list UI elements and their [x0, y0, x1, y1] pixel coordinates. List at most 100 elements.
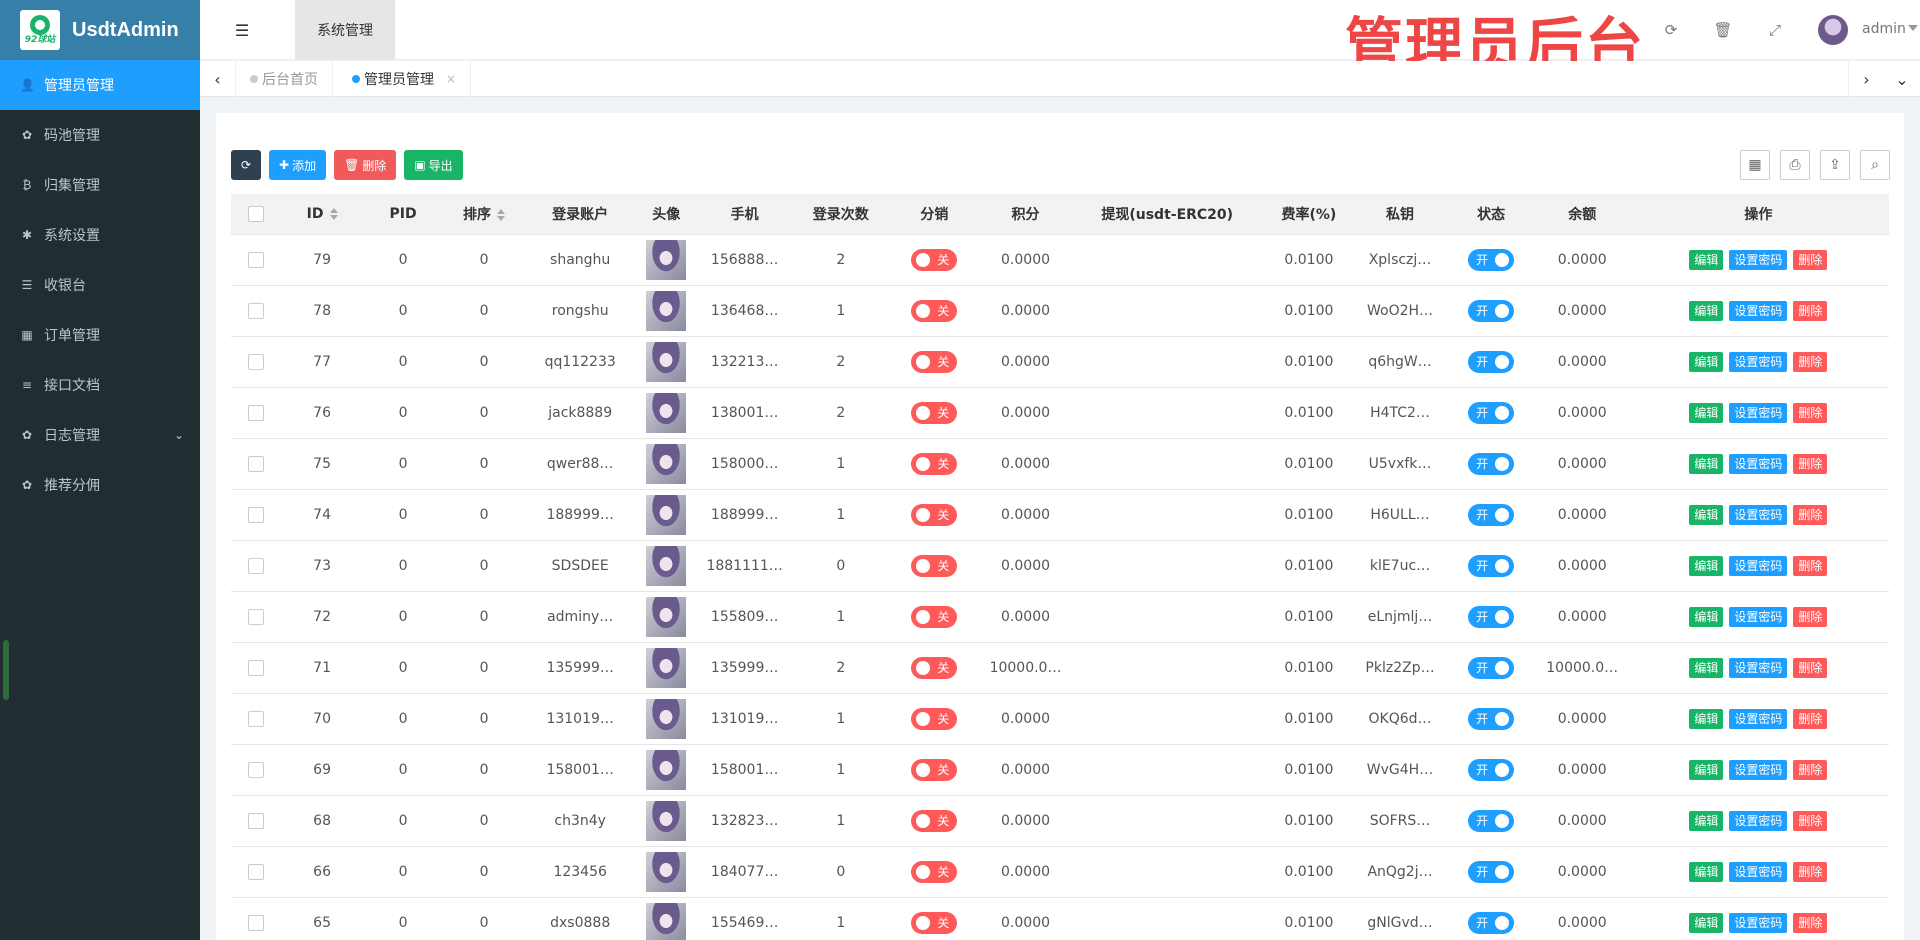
row-checkbox[interactable] — [248, 761, 265, 778]
row-checkbox[interactable] — [248, 353, 265, 370]
status-toggle[interactable]: 开 — [1468, 605, 1515, 628]
set-password-button[interactable]: 设置密码 — [1729, 606, 1788, 627]
refresh-icon[interactable]: ⟳ — [1661, 20, 1681, 40]
distribution-toggle[interactable]: 关 — [911, 299, 958, 322]
avatar[interactable] — [646, 290, 687, 331]
delete-row-button[interactable]: 删除 — [1793, 249, 1828, 270]
delete-row-button[interactable]: 删除 — [1793, 606, 1828, 627]
logo[interactable]: 92球站 — [20, 10, 60, 50]
row-checkbox[interactable] — [248, 506, 265, 523]
set-password-button[interactable]: 设置密码 — [1729, 810, 1788, 831]
edit-button[interactable]: 编辑 — [1689, 555, 1724, 576]
status-toggle[interactable]: 开 — [1468, 758, 1515, 781]
delete-button[interactable]: 🗑 删除 — [334, 150, 397, 180]
distribution-toggle[interactable]: 关 — [911, 707, 958, 730]
sidebar-item[interactable]: ☰ 收银台 — [0, 260, 200, 310]
set-password-button[interactable]: 设置密码 — [1729, 708, 1788, 729]
delete-row-button[interactable]: 删除 — [1793, 504, 1828, 525]
delete-row-button[interactable]: 删除 — [1793, 759, 1828, 780]
sidebar-item[interactable]: ✿ 日志管理 ⌄ — [0, 410, 200, 460]
tabs-next-icon[interactable]: › — [1848, 61, 1884, 97]
edit-button[interactable]: 编辑 — [1689, 912, 1724, 933]
sidebar-item[interactable]: ₿ 归集管理 — [0, 160, 200, 210]
row-checkbox[interactable] — [248, 608, 265, 625]
edit-button[interactable]: 编辑 — [1689, 249, 1724, 270]
distribution-toggle[interactable]: 关 — [911, 554, 958, 577]
tabs-menu-icon[interactable]: ⌄ — [1884, 61, 1920, 97]
delete-row-button[interactable]: 删除 — [1793, 708, 1828, 729]
sidebar-item[interactable]: ≡ 接口文档 — [0, 360, 200, 410]
edit-button[interactable]: 编辑 — [1689, 504, 1724, 525]
row-checkbox[interactable] — [248, 863, 265, 880]
distribution-toggle[interactable]: 关 — [911, 656, 958, 679]
tab-home[interactable]: 后台首页 — [236, 61, 333, 97]
avatar[interactable] — [646, 902, 687, 940]
edit-button[interactable]: 编辑 — [1689, 351, 1724, 372]
distribution-toggle[interactable]: 关 — [911, 911, 958, 934]
refresh-button[interactable]: ⟳ — [231, 150, 261, 180]
edit-button[interactable]: 编辑 — [1689, 402, 1724, 423]
delete-row-button[interactable]: 删除 — [1793, 657, 1828, 678]
edit-button[interactable]: 编辑 — [1689, 861, 1724, 882]
distribution-toggle[interactable]: 关 — [911, 809, 958, 832]
set-password-button[interactable]: 设置密码 — [1729, 249, 1788, 270]
status-toggle[interactable]: 开 — [1468, 707, 1515, 730]
distribution-toggle[interactable]: 关 — [911, 758, 958, 781]
row-checkbox[interactable] — [248, 812, 265, 829]
col-header[interactable]: 排序 — [443, 194, 525, 235]
row-checkbox[interactable] — [248, 710, 265, 727]
close-icon[interactable]: × — [446, 72, 456, 86]
row-checkbox[interactable] — [248, 659, 265, 676]
avatar[interactable] — [646, 800, 687, 841]
status-toggle[interactable]: 开 — [1468, 401, 1515, 424]
chevron-down-icon[interactable] — [1908, 25, 1918, 31]
tabs-prev-icon[interactable]: ‹ — [200, 61, 236, 97]
menu-toggle-icon[interactable]: ☰ — [230, 18, 254, 42]
edit-button[interactable]: 编辑 — [1689, 300, 1724, 321]
status-toggle[interactable]: 开 — [1468, 350, 1515, 373]
edit-button[interactable]: 编辑 — [1689, 453, 1724, 474]
status-toggle[interactable]: 开 — [1468, 656, 1515, 679]
fullscreen-icon[interactable]: ⤢ — [1765, 20, 1785, 40]
avatar[interactable] — [646, 596, 687, 637]
distribution-toggle[interactable]: 关 — [911, 860, 958, 883]
set-password-button[interactable]: 设置密码 — [1729, 861, 1788, 882]
set-password-button[interactable]: 设置密码 — [1729, 402, 1788, 423]
search-icon[interactable]: ⌕ — [1860, 150, 1890, 180]
avatar[interactable] — [646, 647, 687, 688]
sidebar-scrollbar[interactable] — [3, 640, 9, 700]
distribution-toggle[interactable]: 关 — [911, 503, 958, 526]
row-checkbox[interactable] — [248, 404, 265, 421]
set-password-button[interactable]: 设置密码 — [1729, 759, 1788, 780]
delete-row-button[interactable]: 删除 — [1793, 453, 1828, 474]
edit-button[interactable]: 编辑 — [1689, 759, 1724, 780]
row-checkbox[interactable] — [248, 251, 265, 268]
edit-button[interactable]: 编辑 — [1689, 657, 1724, 678]
sidebar-item[interactable]: 👤 管理员管理 — [0, 60, 200, 110]
distribution-toggle[interactable]: 关 — [911, 452, 958, 475]
row-checkbox[interactable] — [248, 455, 265, 472]
set-password-button[interactable]: 设置密码 — [1729, 555, 1788, 576]
set-password-button[interactable]: 设置密码 — [1729, 657, 1788, 678]
system-management-tab[interactable]: 系统管理 — [295, 0, 395, 60]
add-button[interactable]: ✚ 添加 — [269, 150, 327, 180]
user-avatar[interactable] — [1818, 15, 1848, 45]
distribution-toggle[interactable]: 关 — [911, 605, 958, 628]
user-name[interactable]: admin — [1862, 21, 1906, 37]
status-toggle[interactable]: 开 — [1468, 809, 1515, 832]
sort-icon[interactable] — [497, 208, 506, 221]
export-icon[interactable]: ⇪ — [1820, 150, 1850, 180]
set-password-button[interactable]: 设置密码 — [1729, 453, 1788, 474]
sidebar-item[interactable]: ▦ 订单管理 — [0, 310, 200, 360]
row-checkbox[interactable] — [248, 302, 265, 319]
delete-row-button[interactable]: 删除 — [1793, 810, 1828, 831]
avatar[interactable] — [646, 698, 687, 739]
row-checkbox[interactable] — [248, 557, 265, 574]
tab-admin-management[interactable]: 管理员管理 × — [338, 61, 472, 97]
delete-row-button[interactable]: 删除 — [1793, 912, 1828, 933]
row-checkbox[interactable] — [248, 914, 265, 931]
edit-button[interactable]: 编辑 — [1689, 606, 1724, 627]
set-password-button[interactable]: 设置密码 — [1729, 504, 1788, 525]
trash-icon[interactable]: 🗑 — [1713, 20, 1733, 40]
avatar[interactable] — [646, 443, 687, 484]
